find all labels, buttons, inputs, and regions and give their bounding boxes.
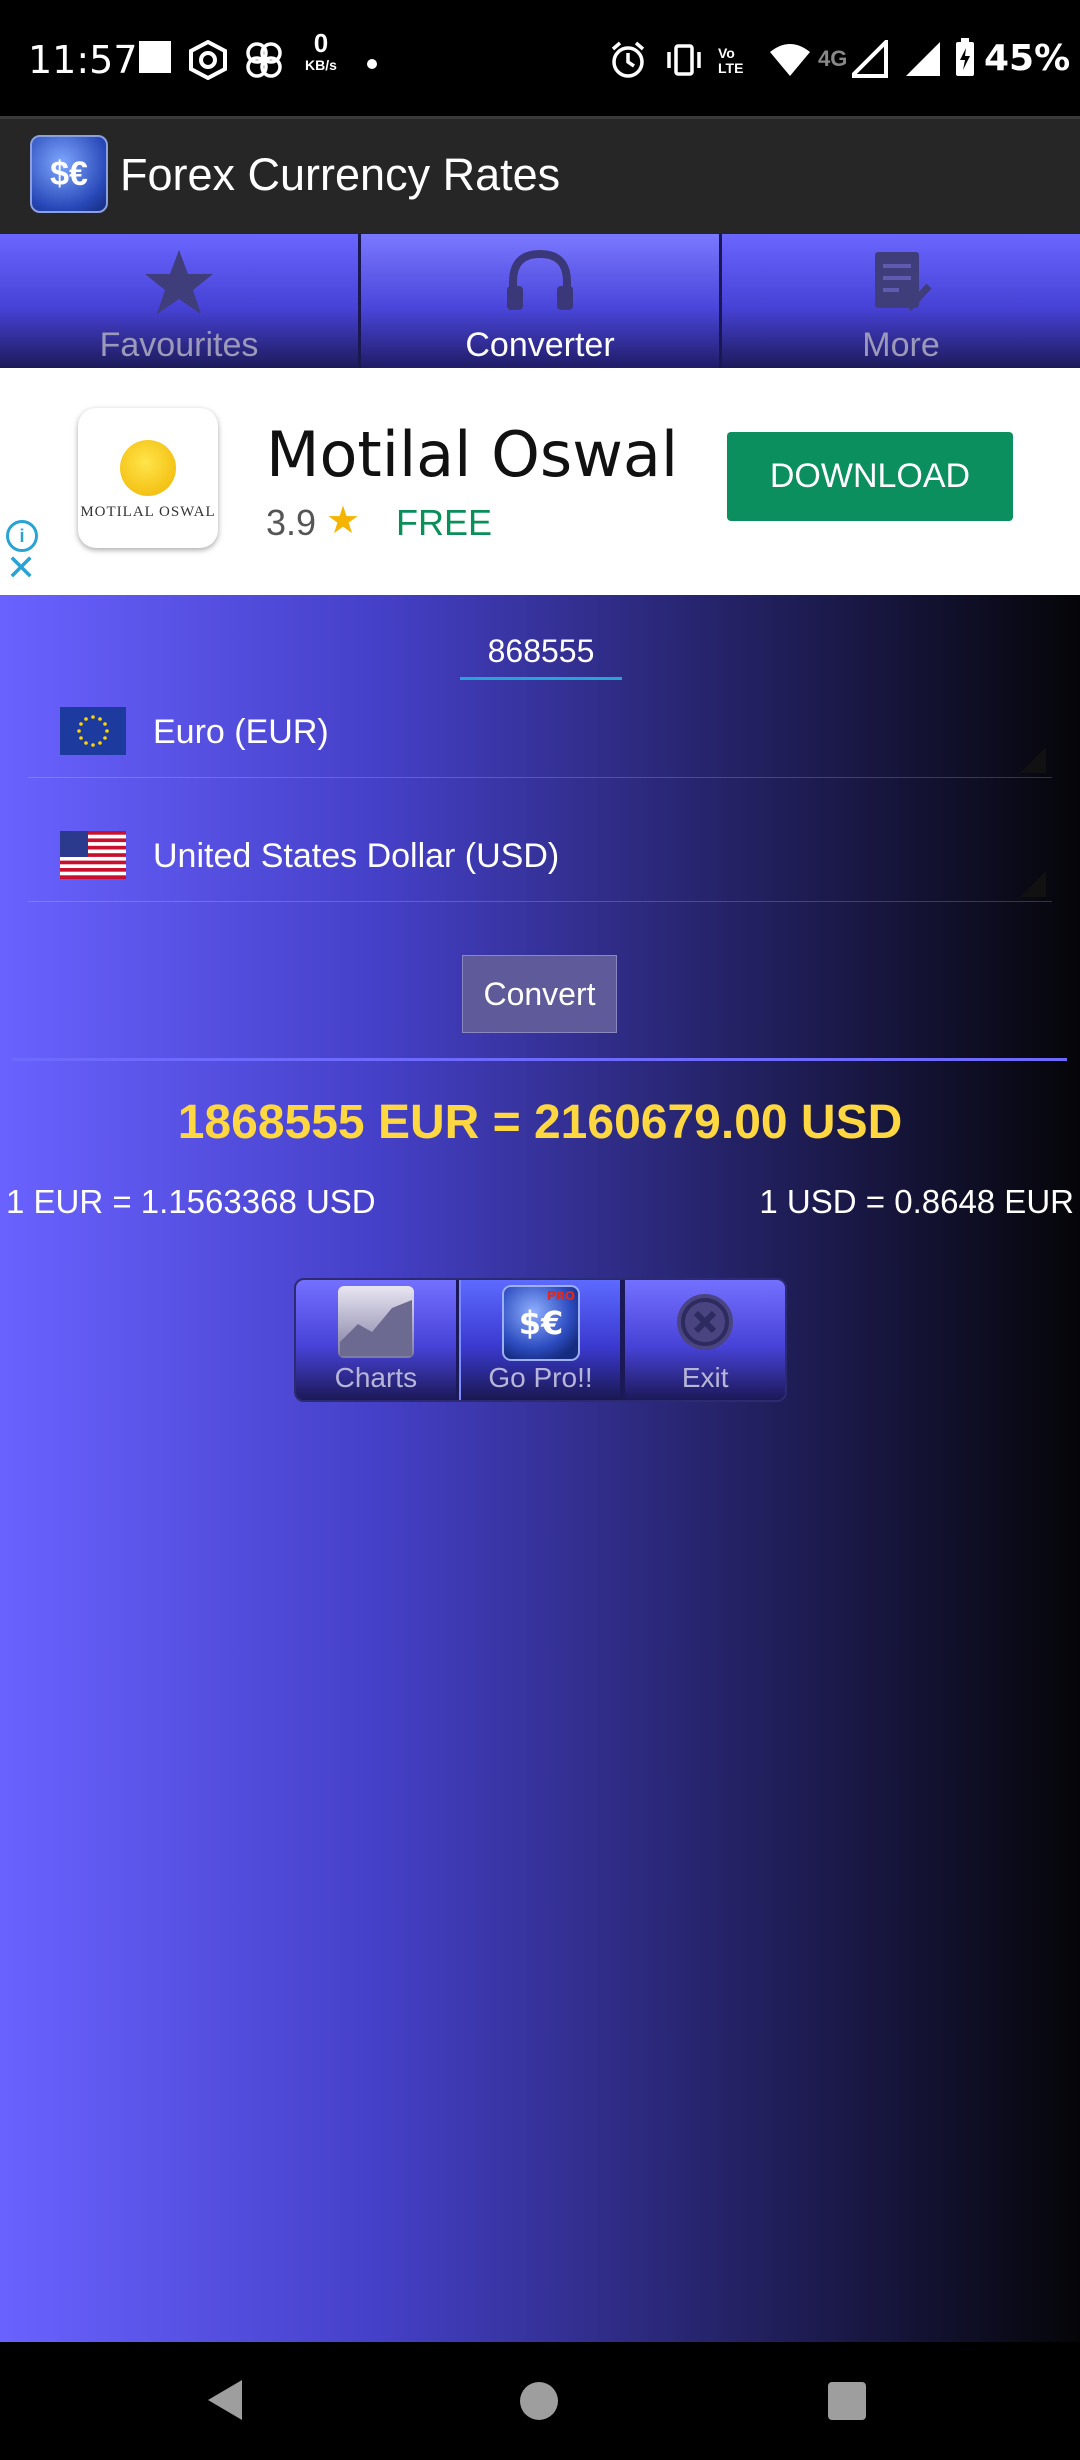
recents-icon[interactable] [828,2382,866,2420]
hexagon-app-icon [189,40,227,80]
ad-logo-text: MOTILAL OSWAL [80,504,216,520]
rate-usd-eur: 1 USD = 0.8648 EUR [759,1183,1074,1220]
exit-icon [677,1294,734,1350]
headphones-icon [507,249,573,310]
exit-label: Exit [681,1362,729,1393]
volte-icon: Vo LTE [718,45,744,76]
network-speed-value: 0 [313,28,329,58]
signal-icon-2 [906,42,940,76]
checklist-icon [875,252,932,312]
star-icon [145,250,213,314]
to-currency-select[interactable]: United States Dollar (USD) [28,811,1052,902]
ad-title[interactable]: Motilal Oswal [266,418,678,491]
ad-close-icon[interactable]: ✕ [6,550,36,586]
amount-input[interactable] [460,625,622,680]
dot-icon [367,59,377,69]
apple-logo-icon [120,440,176,496]
chart-icon [337,1286,414,1358]
dropdown-arrow-icon [1020,747,1046,773]
battery-charging-icon [956,38,974,76]
action-bar: $€ Forex Currency Rates [0,116,1080,234]
svg-text:PRO: PRO [546,1289,574,1303]
eu-flag-icon [60,707,126,755]
ad-download-button[interactable]: DOWNLOAD [727,432,1013,521]
us-flag-icon [60,831,126,879]
charts-label: Charts [334,1362,418,1393]
app-logo-icon: $€ [30,135,108,213]
ad-app-logo[interactable]: MOTILAL OSWAL [78,408,218,548]
converter-panel: Euro (EUR) United States Dollar (USD) Co… [0,595,1080,2342]
go-pro-label: Go Pro!! [488,1362,593,1393]
ad-rating: 3.9 [266,502,317,543]
tab-more[interactable]: More [722,234,1080,368]
tab-favourites[interactable]: Favourites [0,234,361,368]
network-type: 4G [818,46,848,71]
back-icon[interactable] [206,2378,246,2422]
app-title: Forex Currency Rates [120,149,561,200]
divider [12,1058,1067,1061]
signal-icon [852,40,888,78]
system-nav-bar [0,2342,1080,2460]
ad-banner[interactable]: MOTILAL OSWAL Motilal Oswal 3.9 ★ FREE D… [0,368,1080,595]
notification-square-icon [139,41,171,73]
tab-converter[interactable]: Converter [361,234,722,368]
convert-button[interactable]: Convert [462,955,617,1033]
status-bar: 11:57 0 KB/s Vo LTE 4G 45% [0,0,1080,116]
go-pro-button[interactable]: $€ PRO Go Pro!! [458,1280,626,1400]
tab-bar: Favourites Converter More [0,234,1080,368]
network-speed: 0 KB/s [298,30,344,74]
from-currency-label: Euro (EUR) [153,713,329,751]
tab-label: Converter [465,326,615,364]
tab-label: More [862,326,940,364]
pro-app-icon: $€ PRO [501,1285,580,1361]
rate-eur-usd: 1 EUR = 1.1563368 USD [6,1183,376,1220]
tab-label: Favourites [99,326,259,364]
battery-percent: 45% [984,38,1071,79]
to-currency-label: United States Dollar (USD) [153,837,560,875]
charts-button[interactable]: Charts [296,1280,459,1400]
network-speed-unit: KB/s [305,57,337,73]
dropdown-arrow-icon [1020,871,1046,897]
status-time: 11:57 [28,38,138,82]
pinwheel-icon [246,42,282,78]
ad-price: FREE [396,502,493,543]
conversion-result: 1868555 EUR = 2160679.00 USD [177,1096,903,1149]
svg-text:$€: $€ [518,1304,563,1342]
exit-button[interactable]: Exit [625,1280,785,1400]
from-currency-select[interactable]: Euro (EUR) [28,687,1052,778]
alarm-icon [611,41,645,78]
action-button-group: Charts $€ PRO Go Pro!! Exit [294,1278,787,1402]
wifi-icon [770,44,810,76]
rating-star-icon: ★ [326,500,361,542]
home-icon[interactable] [520,2382,558,2420]
vibrate-icon [667,44,701,76]
